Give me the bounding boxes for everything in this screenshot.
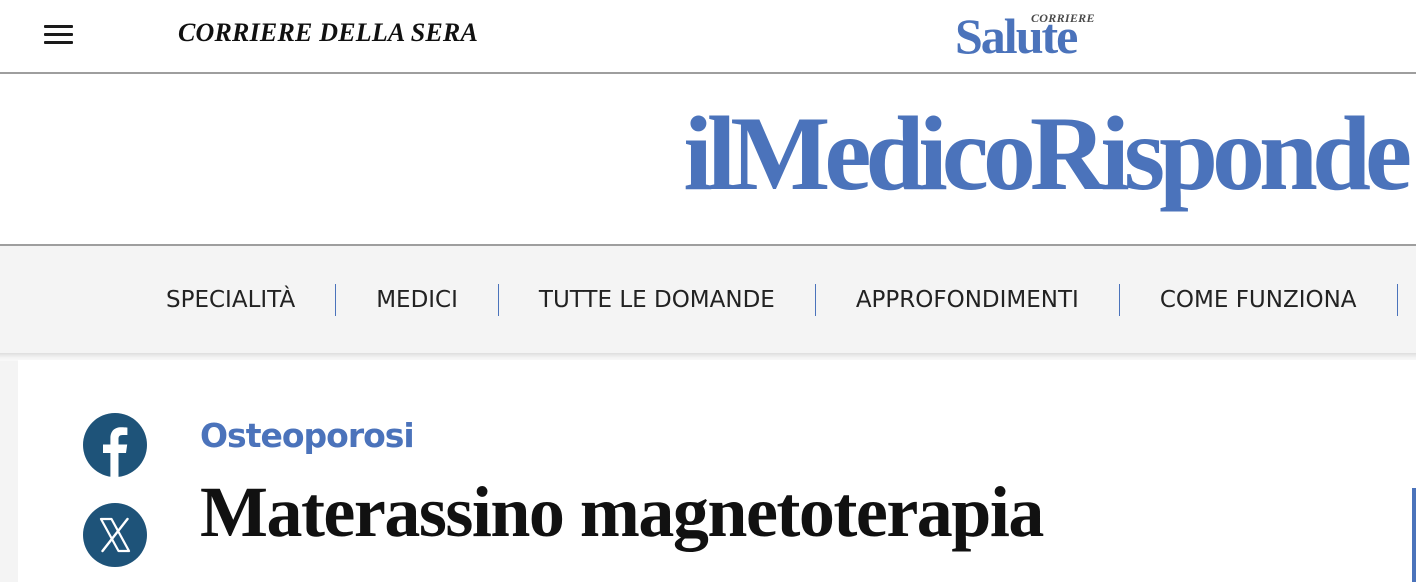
x-share-button[interactable] <box>83 503 147 567</box>
nav-item-medici[interactable]: MEDICI <box>336 284 499 316</box>
corriere-salute-logo[interactable]: Salute CORRIERE <box>955 8 1115 64</box>
top-bar: CORRIERE DELLA SERA Salute CORRIERE <box>0 0 1416 74</box>
nav-list: SPECIALITÀ MEDICI TUTTE LE DOMANDE APPRO… <box>126 284 1398 316</box>
nav-item-come-funziona[interactable]: COME FUNZIONA <box>1120 284 1398 316</box>
x-icon <box>99 517 131 553</box>
menu-icon[interactable] <box>44 25 73 45</box>
masthead: ilMedicoRisponde <box>0 74 1416 246</box>
article-title: Materassino magnetoterapia <box>200 472 1044 552</box>
main-nav: SPECIALITÀ MEDICI TUTTE LE DOMANDE APPRO… <box>0 246 1416 353</box>
article-category[interactable]: Osteoporosi <box>200 416 415 455</box>
facebook-icon <box>103 427 128 477</box>
nav-item-approfondimenti[interactable]: APPROFONDIMENTI <box>816 284 1120 316</box>
il-medico-risponde-logo[interactable]: ilMedicoRisponde <box>683 94 1412 214</box>
nav-item-tutte-le-domande[interactable]: TUTTE LE DOMANDE <box>499 284 816 316</box>
corriere-della-sera-logo[interactable]: CORRIERE DELLA SERA <box>178 18 478 48</box>
edge-accent <box>1412 488 1416 582</box>
salute-logo-small: CORRIERE <box>1031 11 1095 25</box>
page-gutter <box>0 353 18 582</box>
nav-item-specialita[interactable]: SPECIALITÀ <box>126 284 337 316</box>
facebook-share-button[interactable] <box>83 413 147 477</box>
